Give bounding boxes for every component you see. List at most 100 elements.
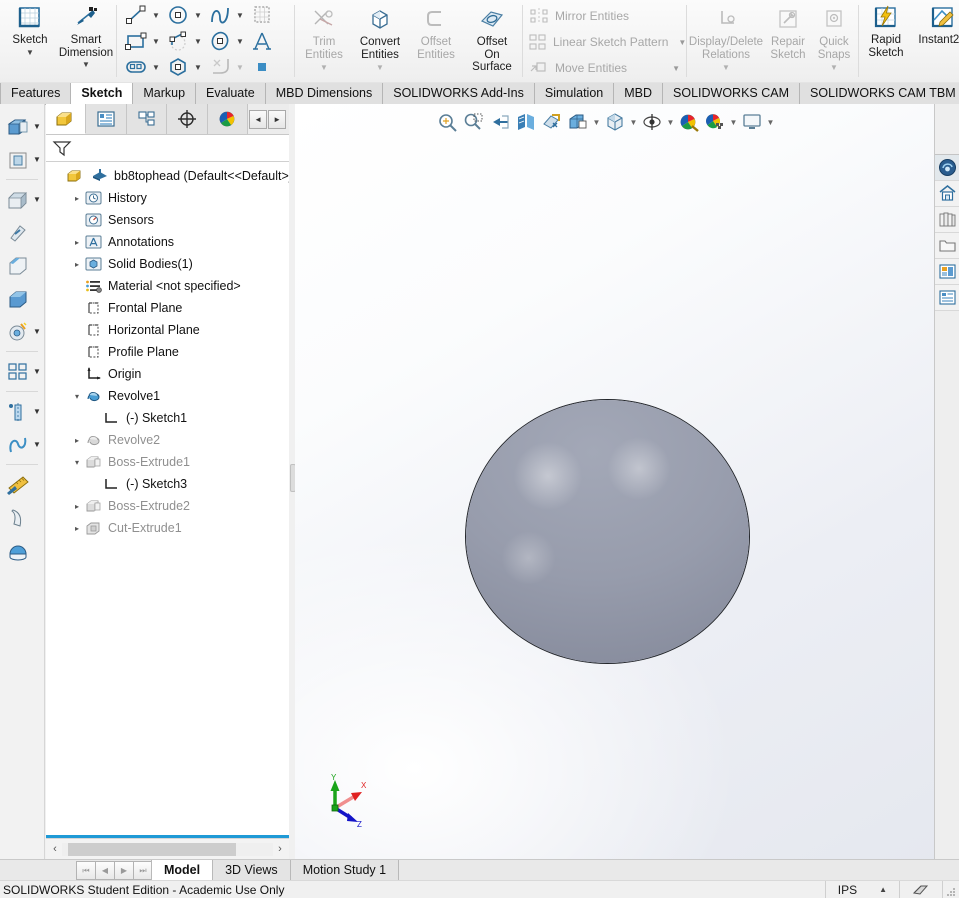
tab-mbd-dimensions[interactable]: MBD Dimensions — [265, 83, 384, 104]
next-tab-button[interactable]: ▶ — [114, 861, 134, 880]
hide-show-items-icon[interactable] — [639, 109, 665, 135]
rectangle-tool-button[interactable]: ▼ — [121, 28, 163, 54]
chevron-down-icon[interactable]: ▼ — [234, 37, 246, 46]
apply-scene-icon[interactable] — [702, 109, 728, 135]
last-tab-button[interactable]: ⏭ — [133, 861, 153, 880]
section-view-icon[interactable] — [513, 109, 539, 135]
tab-solidworks-add-ins[interactable]: SOLIDWORKS Add-Ins — [383, 83, 535, 104]
slot-tool-button[interactable]: ▼ — [121, 54, 163, 80]
measure-button[interactable] — [0, 468, 44, 501]
tree-expand-icon[interactable]: ▸ — [70, 238, 84, 247]
tree-node[interactable]: bb8tophead (Default<<Default>_Di — [46, 165, 289, 187]
tree-node[interactable]: (-) Sketch3 — [46, 473, 289, 495]
revolved-cut-button[interactable] — [0, 249, 44, 282]
chevron-down-icon[interactable]: ▼ — [33, 122, 41, 131]
instant2d-button[interactable]: Instant2D — [912, 0, 959, 47]
tree-node[interactable]: ▸ Boss-Extrude2 — [46, 495, 289, 517]
arc-tool-button[interactable]: ▼ — [163, 28, 205, 54]
linear-sketch-pattern-button[interactable]: Linear Sketch Pattern ▼ — [524, 29, 686, 55]
offset-entities-button[interactable]: Offset Entities — [408, 2, 464, 61]
tree-node[interactable]: Material <not specified> — [46, 275, 289, 297]
scroll-left-button[interactable]: ‹ — [48, 843, 62, 855]
smart-dimension-button[interactable]: Smart Dimension ▼ — [58, 0, 114, 69]
chevron-down-icon[interactable]: ▼ — [150, 37, 162, 46]
tree-expand-icon[interactable]: ▸ — [70, 194, 84, 203]
chevron-down-icon[interactable]: ▼ — [26, 48, 34, 57]
chevron-down-icon[interactable]: ▼ — [665, 118, 676, 127]
quick-snaps-button[interactable]: Quick Snaps — [812, 2, 856, 61]
chevron-down-icon[interactable]: ▼ — [33, 407, 41, 416]
tree-node[interactable]: ▾ Boss-Extrude1 — [46, 451, 289, 473]
tree-node[interactable]: ▸ Revolve2 — [46, 429, 289, 451]
feature-manager-design-tree-tab[interactable] — [46, 104, 87, 134]
tree-expand-icon[interactable]: ▸ — [70, 524, 84, 533]
view-palette-icon[interactable] — [935, 233, 959, 259]
mirror-entities-button[interactable]: Mirror Entities — [524, 3, 684, 29]
chevron-down-icon[interactable]: ▼ — [728, 118, 739, 127]
chevron-down-icon[interactable]: ▼ — [33, 327, 41, 336]
chevron-down-icon[interactable]: ▼ — [82, 61, 90, 69]
tab-features[interactable]: Features — [0, 83, 72, 104]
chevron-down-icon[interactable]: ▼ — [688, 63, 764, 72]
tree-node[interactable]: ▸ History — [46, 187, 289, 209]
document-tab-model[interactable]: Model — [151, 860, 214, 880]
tree-node[interactable]: ▾ Revolve1 — [46, 385, 289, 407]
chevron-down-icon[interactable]: ▼ — [591, 118, 602, 127]
design-library-icon[interactable] — [935, 181, 959, 207]
tree-expand-icon[interactable]: ▸ — [70, 502, 84, 511]
dome-model[interactable] — [465, 399, 750, 664]
fillet-button[interactable] — [0, 282, 44, 315]
chevron-down-icon[interactable]: ▼ — [234, 11, 246, 20]
solidworks-resources-icon[interactable] — [935, 154, 959, 181]
tab-markup[interactable]: Markup — [133, 83, 197, 104]
prev-tab-button[interactable]: ◀ — [95, 861, 115, 880]
spline-tool-button[interactable]: ▼ — [205, 2, 247, 28]
scroll-track[interactable] — [62, 842, 273, 856]
graphics-area[interactable]: ▼ ▼ ▼ ▼ ▼ Y X Z — [295, 104, 959, 859]
extruded-boss-base-button[interactable]: ▼ — [0, 110, 44, 143]
edit-part-indicator[interactable] — [900, 881, 942, 898]
chevron-up-icon[interactable]: ▲ — [857, 885, 887, 894]
tree-node[interactable]: Frontal Plane — [46, 297, 289, 319]
panel-prev-button[interactable]: ◄ — [249, 109, 268, 129]
sketch-fillet-tool-button[interactable]: ▼ — [205, 54, 247, 80]
tab-evaluate[interactable]: Evaluate — [196, 83, 266, 104]
chevron-down-icon[interactable]: ▼ — [33, 440, 41, 449]
circle-tool-button[interactable]: ▼ — [163, 2, 205, 28]
text-tool-button[interactable] — [247, 28, 289, 54]
chevron-down-icon[interactable]: ▼ — [628, 118, 639, 127]
chevron-down-icon[interactable]: ▼ — [662, 64, 680, 73]
tab-sketch[interactable]: Sketch — [71, 83, 134, 104]
point-tool-button[interactable] — [247, 54, 289, 80]
tree-node[interactable]: ▸ Cut-Extrude1 — [46, 517, 289, 539]
document-tab-motion-study-1[interactable]: Motion Study 1 — [289, 860, 400, 880]
panel-next-button[interactable]: ► — [268, 109, 287, 129]
chevron-down-icon[interactable]: ▼ — [150, 11, 162, 20]
chevron-down-icon[interactable]: ▼ — [33, 155, 41, 164]
scroll-thumb[interactable] — [68, 842, 236, 856]
chevron-down-icon[interactable]: ▼ — [668, 38, 686, 47]
hole-wizard-button[interactable] — [0, 216, 44, 249]
tab-solidworks-cam-tbm[interactable]: SOLIDWORKS CAM TBM — [800, 83, 959, 104]
dimxpert-manager-tab[interactable] — [167, 104, 208, 134]
polygon-tool-button[interactable]: ▼ — [163, 54, 205, 80]
view-orientation-icon[interactable] — [539, 109, 565, 135]
file-explorer-icon[interactable] — [935, 207, 959, 233]
tree-node[interactable]: Profile Plane — [46, 341, 289, 363]
rib-button[interactable]: ▼ — [0, 395, 44, 428]
scroll-right-button[interactable]: › — [273, 843, 287, 855]
revolved-boss-base-button[interactable]: ▼ — [0, 143, 44, 176]
chevron-down-icon[interactable]: ▼ — [192, 11, 204, 20]
feature-tree-filter-bar[interactable] — [46, 135, 289, 162]
display-manager-tab[interactable] — [207, 104, 249, 134]
sketch-grid-tool-button[interactable] — [247, 2, 289, 28]
tree-node[interactable]: Origin — [46, 363, 289, 385]
curves-button[interactable]: ▼ — [0, 428, 44, 461]
chevron-down-icon[interactable]: ▼ — [192, 37, 204, 46]
chevron-down-icon[interactable]: ▼ — [234, 63, 246, 72]
trim-entities-button[interactable]: Trim Entities — [296, 2, 352, 61]
tree-node[interactable]: (-) Sketch1 — [46, 407, 289, 429]
chevron-down-icon[interactable]: ▼ — [352, 63, 408, 72]
offset-on-surface-button[interactable]: Offset On Surface — [464, 2, 520, 74]
custom-properties-icon[interactable] — [935, 285, 959, 311]
